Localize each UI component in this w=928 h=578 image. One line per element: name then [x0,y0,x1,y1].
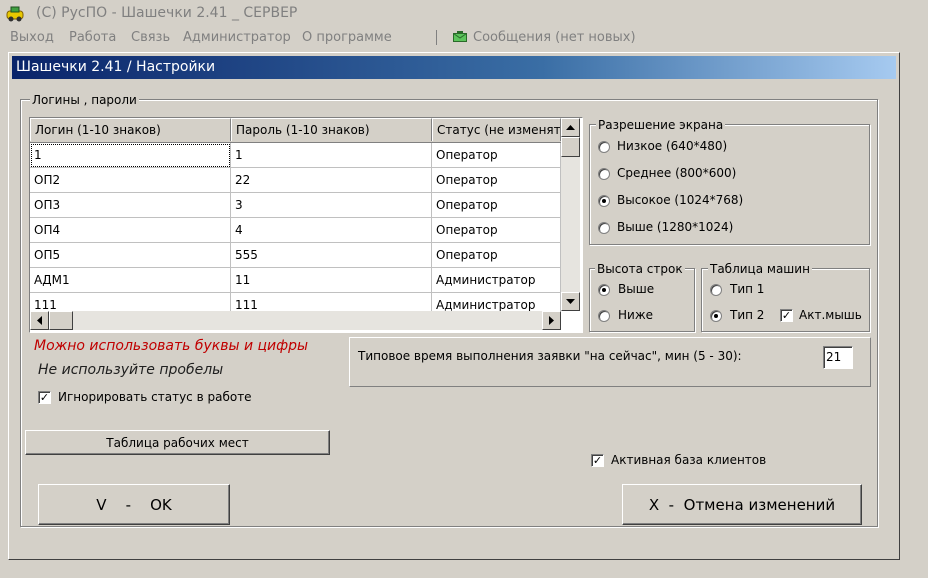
table-body: 1 1 Оператор ОП2 22 Оператор ОП3 3 Опера… [30,143,561,311]
typical-time-label: Типовое время выполнения заявки "на сейч… [358,349,742,363]
column-login[interactable]: Логин (1-10 знаков) [30,118,231,141]
ok-button[interactable]: V - OK [38,484,230,525]
menu-administrator[interactable]: Администратор [183,30,291,45]
cell-password[interactable]: 111 [231,293,432,311]
cell-login[interactable]: ОП4 [30,218,231,243]
resolution-higher-label[interactable]: Выше (1280*1024) [617,220,733,234]
arrow-left-icon [37,316,42,325]
cell-password[interactable]: 555 [231,243,432,268]
arrow-down-icon [566,299,575,304]
cell-password[interactable]: 4 [231,218,432,243]
vertical-scrollbar[interactable] [561,118,580,311]
cell-login[interactable]: АДМ1 [30,268,231,293]
horizontal-scroll-thumb[interactable] [49,311,73,330]
envelope-icon [453,31,467,42]
column-password[interactable]: Пароль (1-10 знаков) [231,118,432,141]
messages-menu[interactable]: Сообщения (нет новых) [473,30,636,45]
cars-table-group [701,268,870,332]
active-mouse-checkbox[interactable]: ✓ [780,309,793,322]
resolution-high-label[interactable]: Высокое (1024*768) [617,193,743,207]
cell-status: Администратор [432,268,561,293]
table-row[interactable]: АДМ1 11 Администратор [30,268,561,293]
table-row[interactable]: ОП5 555 Оператор [30,243,561,268]
workplaces-table-button[interactable]: Таблица рабочих мест [25,430,330,455]
hint-letters-digits: Можно использовать буквы и цифры [34,338,309,354]
table-row[interactable]: 1 1 Оператор [30,143,561,168]
ignore-status-checkbox[interactable]: ✓ [38,391,51,404]
menu-about[interactable]: О программе [302,30,392,45]
table-header: Логин (1-10 знаков) Пароль (1-10 знаков)… [30,118,561,143]
row-height-group-label: Высота строк [595,262,685,276]
cars-type2-radio[interactable] [710,310,722,322]
cell-password[interactable]: 1 [231,143,432,168]
row-height-lower-label[interactable]: Ниже [618,308,653,322]
typical-time-input[interactable]: 21 [823,346,853,369]
arrow-right-icon [549,316,554,325]
row-height-lower-radio[interactable] [598,310,610,322]
scroll-right-button[interactable] [542,311,561,330]
cell-status: Администратор [432,293,561,311]
cancel-changes-button[interactable]: X - Отмена изменений [622,484,862,525]
cell-status: Оператор [432,218,561,243]
table-row[interactable]: ОП4 4 Оператор [30,218,561,243]
menu-work[interactable]: Работа [69,30,116,45]
resolution-low-label[interactable]: Низкое (640*480) [617,139,727,153]
resolution-low-radio[interactable] [598,141,610,153]
menu-separator [436,30,437,45]
ignore-status-label[interactable]: Игнорировать статус в работе [58,390,252,404]
cell-login[interactable]: ОП3 [30,193,231,218]
row-height-group [589,268,695,332]
cell-password[interactable]: 11 [231,268,432,293]
cell-status: Оператор [432,193,561,218]
table-row[interactable]: ОП3 3 Оператор [30,193,561,218]
window-title: (C) РусПО - Шашечки 2.41 _ СЕРВЕР [36,5,298,21]
cell-login[interactable]: 111 [30,293,231,311]
cell-login[interactable]: ОП5 [30,243,231,268]
resolution-medium-label[interactable]: Среднее (800*600) [617,166,736,180]
arrow-up-icon [566,125,575,130]
cell-status: Оператор [432,243,561,268]
cell-password[interactable]: 22 [231,168,432,193]
vertical-scroll-thumb[interactable] [561,137,580,157]
table-row[interactable]: ОП2 22 Оператор [30,168,561,193]
resolution-high-radio[interactable] [598,195,610,207]
active-mouse-label[interactable]: Акт.мышь [799,308,862,322]
resolution-group-label: Разрешение экрана [596,118,726,132]
cell-password[interactable]: 3 [231,193,432,218]
scroll-left-button[interactable] [30,311,49,330]
cell-login[interactable]: ОП2 [30,168,231,193]
row-height-higher-radio[interactable] [598,284,610,296]
cars-type1-label[interactable]: Тип 1 [730,282,764,296]
resolution-higher-radio[interactable] [598,222,610,234]
cell-status: Оператор [432,143,561,168]
menu-connection[interactable]: Связь [131,30,170,45]
resolution-medium-radio[interactable] [598,168,610,180]
cars-table-group-label: Таблица машин [708,262,812,276]
active-clients-checkbox[interactable]: ✓ [591,454,604,467]
active-clients-label[interactable]: Активная база клиентов [611,453,766,467]
scroll-up-button[interactable] [561,118,580,137]
cell-status: Оператор [432,168,561,193]
menu-exit[interactable]: Выход [10,30,54,45]
row-height-higher-label[interactable]: Выше [618,282,654,296]
scroll-down-button[interactable] [561,292,580,311]
cars-type1-radio[interactable] [710,284,722,296]
cell-login[interactable]: 1 [30,143,231,168]
table-row[interactable]: 111 111 Администратор [30,293,561,311]
settings-title: Шашечки 2.41 / Настройки [16,59,216,75]
column-status[interactable]: Статус (не изменят [432,118,561,141]
app-icon [6,6,24,22]
cars-type2-label[interactable]: Тип 2 [730,308,764,322]
logins-group-label: Логины , пароли [30,93,139,107]
hint-no-spaces: Не используйте пробелы [38,362,224,378]
horizontal-scrollbar[interactable] [30,311,561,330]
